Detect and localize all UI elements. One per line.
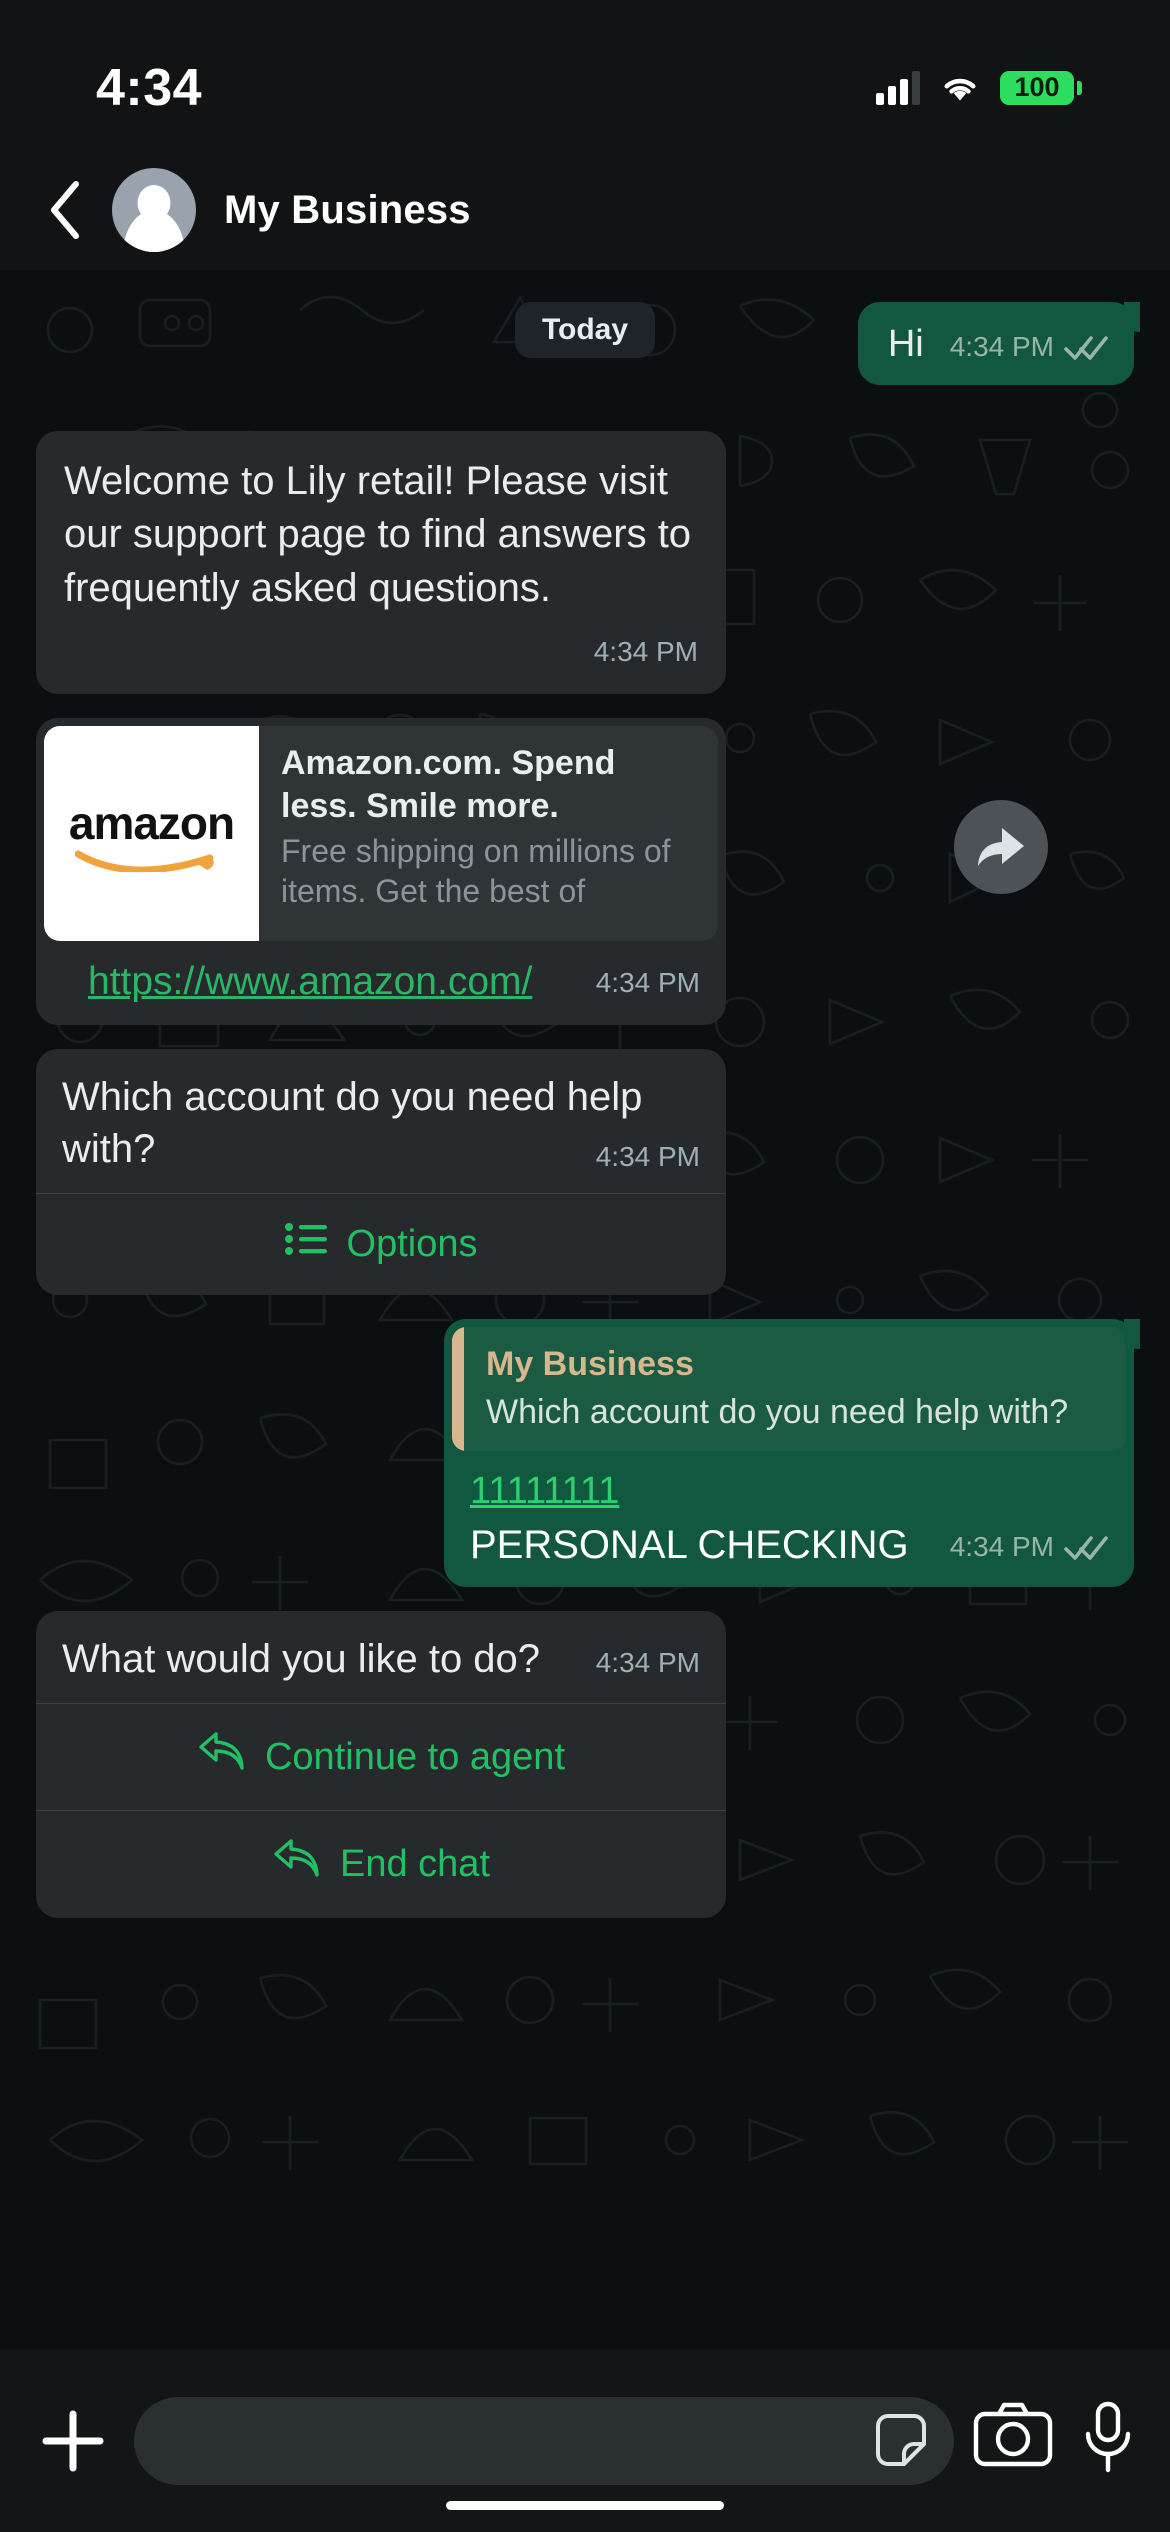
link-preview-description: Free shipping on millions of items. Get … xyxy=(281,833,671,910)
message-row-options: Which account do you need help with? 4:3… xyxy=(0,1048,1170,1295)
camera-button[interactable] xyxy=(972,2400,1054,2482)
message-text: Which account do you need help with? xyxy=(62,1074,643,1171)
message-bubble-which-account[interactable]: Which account do you need help with? 4:3… xyxy=(36,1048,726,1295)
wifi-icon xyxy=(940,73,980,103)
quoted-message[interactable]: My Business Which account do you need he… xyxy=(452,1326,1126,1451)
quote-author: My Business xyxy=(486,1344,694,1383)
page-title[interactable]: My Business xyxy=(224,188,471,233)
reply-body: 11111111 PERSONAL CHECKING 4:34 PM xyxy=(444,1451,1134,1587)
amazon-logo-icon: amazon xyxy=(59,796,244,872)
message-bubble-welcome[interactable]: Welcome to Lily retail! Please visit our… xyxy=(36,430,726,695)
attach-button[interactable] xyxy=(30,2398,116,2484)
plus-icon xyxy=(42,2410,104,2472)
microphone-icon xyxy=(1085,2401,1131,2473)
battery-icon: 100 xyxy=(1000,71,1082,105)
continue-to-agent-label: Continue to agent xyxy=(264,1735,565,1778)
message-row-actions: What would you like to do? 4:34 PM Conti… xyxy=(0,1610,1170,1918)
message-text: Welcome to Lily retail! Please visit our… xyxy=(64,458,692,610)
message-input[interactable] xyxy=(134,2397,954,2485)
message-body: What would you like to do? 4:34 PM xyxy=(36,1611,726,1703)
message-bubble-quoted-reply[interactable]: My Business Which account do you need he… xyxy=(444,1318,1140,1587)
end-chat-button[interactable]: End chat xyxy=(36,1811,726,1918)
message-time: 4:34 PM xyxy=(949,331,1054,362)
message-meta: 4:34 PM xyxy=(950,1529,1108,1571)
continue-to-agent-button[interactable]: Continue to agent xyxy=(36,1704,726,1811)
options-button-label: Options xyxy=(346,1222,478,1265)
message-bubble-hi[interactable]: Hi 4:34 PM xyxy=(857,302,1140,385)
quote-accent-bar xyxy=(452,1326,464,1451)
status-indicators: 100 xyxy=(876,45,1082,105)
reply-arrow-icon xyxy=(272,1837,320,1892)
link-preview-text: Amazon.com. Spend less. Smile more. Free… xyxy=(259,726,718,941)
quote-text: Which account do you need help with? xyxy=(486,1393,1069,1432)
message-list: Today Hi 4:34 PM Welcome to Lily retail!… xyxy=(0,270,1170,1918)
options-button[interactable]: Options xyxy=(36,1194,726,1295)
link-preview-title: Amazon.com. Spend less. Smile more. xyxy=(281,744,616,825)
message-row-outgoing: Hi 4:34 PM xyxy=(0,302,1170,385)
forward-arrow-icon xyxy=(978,828,1024,867)
status-time: 4:34 xyxy=(96,59,203,117)
message-link-url[interactable]: https://www.amazon.com/ xyxy=(62,941,558,1007)
message-bubble-actions[interactable]: What would you like to do? 4:34 PM Conti… xyxy=(36,1610,726,1918)
message-time: 4:34 PM xyxy=(593,636,698,668)
message-time: 4:34 PM xyxy=(949,1530,1054,1562)
back-button[interactable] xyxy=(30,170,102,250)
message-row-link-preview: amazon Amazon.com. Spend less. Smile mor… xyxy=(0,718,1170,1025)
message-time: 4:34 PM xyxy=(595,1646,700,1678)
battery-percent: 100 xyxy=(1000,71,1074,105)
chat-area: Today Hi 4:34 PM Welcome to Lily retail!… xyxy=(0,270,1170,2350)
whatsapp-chat-screen: 4:34 100 My Business Today Hi 4:34 PM We… xyxy=(0,0,1170,2532)
link-preview-card[interactable]: amazon Amazon.com. Spend less. Smile mor… xyxy=(44,726,718,942)
amazon-wordmark: amazon xyxy=(68,796,235,849)
mic-button[interactable] xyxy=(1080,2400,1140,2482)
double-check-icon xyxy=(1064,334,1108,360)
message-text: Hi xyxy=(887,323,924,365)
end-chat-label: End chat xyxy=(340,1843,490,1886)
sticker-icon[interactable] xyxy=(870,2410,932,2472)
message-time: 4:34 PM xyxy=(595,1140,700,1172)
message-bubble-link-preview[interactable]: amazon Amazon.com. Spend less. Smile mor… xyxy=(36,718,726,1025)
camera-icon xyxy=(973,2402,1053,2467)
account-number-link[interactable]: 11111111 xyxy=(470,1467,619,1516)
message-text: What would you like to do? xyxy=(62,1636,541,1681)
back-chevron-icon xyxy=(51,181,79,239)
reply-arrow-icon xyxy=(197,1730,245,1785)
list-bullets-icon xyxy=(284,1220,327,1269)
message-meta: 4:34 PM xyxy=(950,329,1108,365)
message-row-quoted-reply: My Business Which account do you need he… xyxy=(0,1318,1170,1587)
double-check-icon xyxy=(1064,1534,1108,1560)
status-bar: 4:34 100 xyxy=(0,0,1170,150)
chat-header: My Business xyxy=(0,150,1170,270)
forward-button[interactable] xyxy=(954,800,1048,895)
cellular-bars-icon xyxy=(876,71,920,105)
message-row-incoming: Welcome to Lily retail! Please visit our… xyxy=(0,430,1170,695)
message-time: 4:34 PM xyxy=(595,967,700,999)
avatar[interactable] xyxy=(112,168,196,252)
message-body: Which account do you need help with? 4:3… xyxy=(36,1049,726,1193)
link-preview-thumbnail: amazon xyxy=(44,726,259,942)
home-indicator xyxy=(446,2501,724,2510)
account-name: PERSONAL CHECKING xyxy=(470,1522,909,1567)
